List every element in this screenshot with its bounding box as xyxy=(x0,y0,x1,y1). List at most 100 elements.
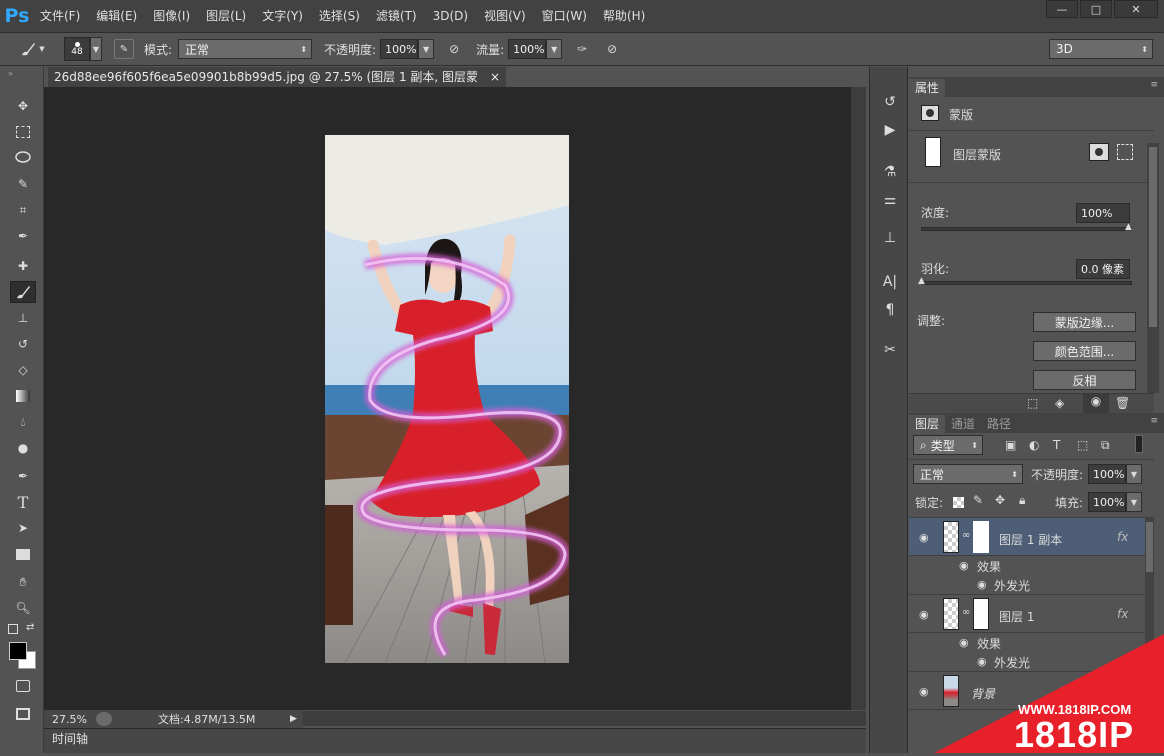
pressure-opacity-icon[interactable]: ⊘ xyxy=(444,39,464,59)
tab-properties[interactable]: 属性 xyxy=(909,79,946,97)
feather-slider[interactable] xyxy=(921,281,1132,285)
swap-colors-icon[interactable]: ⇄ xyxy=(26,622,34,633)
fill-dropdown[interactable]: ▼ xyxy=(1126,492,1142,512)
toolbox-collapse-icon[interactable]: » xyxy=(8,69,13,78)
canvas-horizontal-scrollbar[interactable] xyxy=(303,711,866,726)
delete-mask-icon[interactable]: 🗑︎ xyxy=(1115,396,1130,410)
eraser-tool-icon[interactable]: ◇ xyxy=(10,359,36,381)
opacity-dropdown[interactable]: ▼ xyxy=(418,39,435,59)
zoom-level[interactable]: 27.5% xyxy=(52,713,96,726)
move-tool-icon[interactable]: ✥ xyxy=(10,95,36,117)
crop-tool-icon[interactable]: ⌗ xyxy=(10,199,36,221)
gradient-tool-icon[interactable] xyxy=(10,385,36,407)
mode-select[interactable]: 正常 ⬍ xyxy=(178,39,313,59)
add-vector-mask-icon[interactable] xyxy=(1117,144,1133,160)
menu-window[interactable]: 窗口(W) xyxy=(534,0,595,32)
lasso-tool-icon[interactable] xyxy=(10,147,36,169)
menu-type[interactable]: 文字(Y) xyxy=(254,0,311,32)
menu-filter[interactable]: 滤镜(T) xyxy=(368,0,425,32)
layer-mask-thumbnail-selected[interactable] xyxy=(973,521,989,553)
layer-visibility-eye-icon[interactable]: ◉ xyxy=(919,608,929,621)
filter-shape-icon[interactable]: ⬚ xyxy=(1077,438,1088,452)
layer-pixel-thumbnail[interactable] xyxy=(943,521,959,553)
menu-file[interactable]: 文件(F) xyxy=(32,0,88,32)
load-selection-icon[interactable]: ⬚ xyxy=(1027,396,1038,410)
tab-paths[interactable]: 路径 xyxy=(981,415,1017,433)
hand-tool-icon[interactable]: ✋︎ xyxy=(10,571,36,593)
layer-row-selected[interactable]: ◉ ∞ 图层 1 副本 fx xyxy=(909,518,1145,556)
filter-toggle-icon[interactable] xyxy=(1135,435,1143,453)
workspace-select[interactable]: 3D ⬍ xyxy=(1049,39,1153,59)
flow-input[interactable]: 100% xyxy=(508,39,547,59)
foreground-color-swatch[interactable] xyxy=(9,642,27,660)
tab-layers[interactable]: 图层 xyxy=(909,415,946,433)
layer-filter-select[interactable]: ⌕ 类型 ⬍ xyxy=(913,435,983,455)
status-menu-arrow-icon[interactable]: ▶ xyxy=(290,714,297,724)
feather-input[interactable]: 0.0 像素 xyxy=(1076,259,1130,279)
layer-opacity-dropdown[interactable]: ▼ xyxy=(1126,464,1142,484)
document-image[interactable] xyxy=(325,135,569,663)
layer-fx-icon[interactable]: fx xyxy=(1117,607,1128,621)
mask-edge-button[interactable]: 蒙版边缘... xyxy=(1033,312,1136,332)
menu-select[interactable]: 选择(S) xyxy=(311,0,368,32)
properties-scrollbar[interactable] xyxy=(1147,143,1159,393)
tool-presets-panel-icon[interactable]: ✂ xyxy=(878,339,902,361)
brush-tool-icon-active[interactable] xyxy=(10,281,36,303)
brush-preset-dropdown[interactable]: ▼ xyxy=(90,37,102,61)
character-panel-icon[interactable]: A| xyxy=(878,271,902,293)
brush-panel-icon[interactable]: ⚌ xyxy=(878,189,902,211)
filter-smart-object-icon[interactable]: ⧉ xyxy=(1101,438,1110,453)
menu-view[interactable]: 视图(V) xyxy=(476,0,534,32)
lock-pixels-icon[interactable]: ✎ xyxy=(973,493,983,507)
healing-brush-tool-icon[interactable]: ✚ xyxy=(10,255,36,277)
density-slider-thumb[interactable]: ▲ xyxy=(1125,222,1132,232)
minimize-button[interactable]: — xyxy=(1046,0,1078,18)
layer-visibility-eye-icon[interactable]: ◉ xyxy=(919,685,929,698)
layer-link-icon[interactable]: ∞ xyxy=(962,530,970,541)
effects-eye-icon[interactable]: ◉ xyxy=(959,559,969,572)
airbrush-icon[interactable]: ✑ xyxy=(572,39,592,59)
clone-source-panel-icon[interactable]: ⊥ xyxy=(878,227,902,249)
filter-type-icon[interactable]: T xyxy=(1053,438,1060,452)
status-info-icon[interactable] xyxy=(96,712,112,726)
color-range-button[interactable]: 颜色范围... xyxy=(1033,341,1136,361)
layer-row[interactable]: ◉ ∞ 图层 1 fx xyxy=(909,595,1145,633)
quick-select-tool-icon[interactable]: ✎ xyxy=(10,173,36,195)
quick-mask-icon[interactable] xyxy=(10,675,36,697)
layer-fx-icon[interactable]: fx xyxy=(1117,530,1128,544)
canvas-vertical-scrollbar[interactable] xyxy=(851,87,866,710)
layer-link-icon[interactable]: ∞ xyxy=(962,607,970,618)
layer-name[interactable]: 图层 1 xyxy=(999,608,1034,625)
density-slider[interactable] xyxy=(921,227,1132,231)
flow-dropdown[interactable]: ▼ xyxy=(546,39,563,59)
feather-slider-thumb[interactable]: ▲ xyxy=(918,276,925,286)
pen-tool-icon[interactable]: ✒ xyxy=(10,465,36,487)
history-brush-tool-icon[interactable]: ↺ xyxy=(10,333,36,355)
document-close-icon[interactable]: × xyxy=(490,67,500,87)
menu-edit[interactable]: 编辑(E) xyxy=(88,0,145,32)
menu-3d[interactable]: 3D(D) xyxy=(425,0,476,32)
tab-channels[interactable]: 通道 xyxy=(945,415,981,433)
density-input[interactable]: 100% xyxy=(1076,203,1130,223)
filter-pixel-icon[interactable]: ▣ xyxy=(1005,438,1016,452)
layer-name[interactable]: 图层 1 副本 xyxy=(999,531,1062,548)
lock-all-icon[interactable]: 🔒︎ xyxy=(1019,493,1025,508)
rectangle-tool-icon[interactable] xyxy=(10,543,36,565)
lock-transparent-icon[interactable] xyxy=(953,497,964,508)
history-panel-icon[interactable]: ↺ xyxy=(878,91,902,113)
pressure-size-icon[interactable]: ⊘ xyxy=(602,39,622,59)
lock-position-icon[interactable]: ✥ xyxy=(995,493,1005,507)
type-tool-icon[interactable]: T xyxy=(10,491,36,513)
maximize-button[interactable]: □ xyxy=(1080,0,1112,18)
default-colors-icon[interactable] xyxy=(8,624,18,634)
layer-pixel-thumbnail[interactable] xyxy=(943,598,959,630)
menu-layer[interactable]: 图层(L) xyxy=(198,0,254,32)
brush-presets-panel-icon[interactable]: ⚗ xyxy=(878,161,902,183)
marquee-tool-icon[interactable] xyxy=(10,121,36,143)
menu-image[interactable]: 图像(I) xyxy=(145,0,198,32)
actions-panel-icon[interactable]: ▶ xyxy=(878,119,902,141)
dodge-tool-icon[interactable]: ● xyxy=(10,437,36,459)
select-pixel-mask-icon[interactable] xyxy=(1089,143,1109,161)
close-button[interactable]: ✕ xyxy=(1114,0,1158,18)
layer-visibility-eye-icon[interactable]: ◉ xyxy=(919,531,929,544)
